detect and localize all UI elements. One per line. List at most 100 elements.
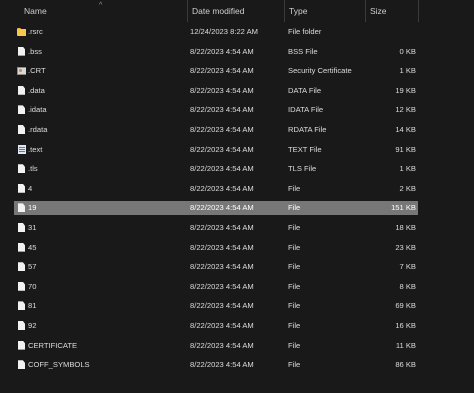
certificate-icon: [16, 64, 26, 78]
file-type: TEXT File: [288, 144, 322, 154]
file-size: 18 KB: [395, 223, 416, 232]
file-size: 11 KB: [395, 340, 416, 350]
file-type: File: [288, 321, 301, 330]
file-icon: [16, 299, 26, 313]
file-row[interactable]: 4 8/22/2023 4:54 AM File 2 KB: [14, 182, 418, 196]
file-type: File: [288, 223, 301, 232]
file-name: .data: [28, 85, 45, 95]
column-header-date-modified[interactable]: Date modified: [188, 0, 284, 22]
file-type: File: [288, 281, 301, 291]
file-icon: [16, 241, 26, 255]
file-date-modified: 12/24/2023 8:22 AM: [190, 27, 258, 36]
file-date-modified: 8/22/2023 4:54 AM: [190, 281, 254, 291]
file-size: 7 KB: [399, 262, 416, 272]
file-size: 1 KB: [399, 66, 416, 76]
file-name: 19: [28, 203, 37, 213]
file-size: 69 KB: [395, 301, 416, 311]
file-type: File: [288, 262, 301, 272]
file-icon: [16, 84, 26, 98]
file-type: DATA File: [288, 85, 322, 95]
file-row[interactable]: .data 8/22/2023 4:54 AM DATA File 19 KB: [14, 84, 418, 98]
file-row[interactable]: 81 8/22/2023 4:54 AM File 69 KB: [14, 299, 418, 313]
file-size: 151 KB: [391, 203, 416, 213]
file-row[interactable]: 45 8/22/2023 4:54 AM File 23 KB: [14, 241, 418, 255]
file-icon: [16, 260, 26, 274]
file-size: 23 KB: [395, 242, 416, 252]
file-size: 1 KB: [399, 164, 416, 174]
file-size: 19 KB: [395, 85, 416, 95]
file-date-modified: 8/22/2023 4:54 AM: [190, 105, 254, 115]
file-row[interactable]: 19 8/22/2023 4:54 AM File 151 KB: [14, 201, 418, 216]
file-type: IDATA File: [288, 105, 324, 115]
file-name: COFF_SYMBOLS: [28, 360, 90, 370]
file-row[interactable]: .text 8/22/2023 4:54 AM TEXT File 91 KB: [14, 143, 418, 157]
file-date-modified: 8/22/2023 4:54 AM: [190, 125, 254, 134]
file-name: .rdata: [28, 125, 48, 134]
file-row[interactable]: .tls 8/22/2023 4:54 AM TLS File 1 KB: [14, 162, 418, 176]
file-icon: [16, 45, 26, 59]
column-header-bar: ^ Name Date modified Type Size: [0, 0, 474, 22]
file-date-modified: 8/22/2023 4:54 AM: [190, 340, 254, 350]
file-name: 81: [28, 301, 37, 311]
file-name: 92: [28, 321, 37, 330]
file-size: 0 KB: [399, 46, 416, 56]
file-row[interactable]: .rsrc 12/24/2023 8:22 AM File folder: [14, 25, 418, 39]
file-date-modified: 8/22/2023 4:54 AM: [190, 203, 254, 213]
file-date-modified: 8/22/2023 4:54 AM: [190, 144, 254, 154]
file-icon: [16, 123, 26, 137]
file-name: 57: [28, 262, 37, 272]
file-date-modified: 8/22/2023 4:54 AM: [190, 85, 254, 95]
file-size: 14 KB: [395, 125, 416, 134]
file-icon: [16, 221, 26, 235]
file-row[interactable]: .CRT 8/22/2023 4:54 AM Security Certificat…: [14, 64, 418, 78]
file-row[interactable]: COFF_SYMBOLS 8/22/2023 4:54 AM File 86 KB: [14, 358, 418, 372]
file-type: File: [288, 183, 301, 193]
file-row[interactable]: 31 8/22/2023 4:54 AM File 18 KB: [14, 221, 418, 235]
file-row[interactable]: 92 8/22/2023 4:54 AM File 16 KB: [14, 319, 418, 333]
file-name: .text: [28, 144, 43, 154]
file-type: File: [288, 242, 301, 252]
file-size: 16 KB: [395, 321, 416, 330]
file-icon: [16, 319, 26, 333]
column-header-size[interactable]: Size: [366, 0, 418, 22]
file-size: 2 KB: [399, 183, 416, 193]
folder-icon: [16, 25, 26, 39]
file-date-modified: 8/22/2023 4:54 AM: [190, 262, 254, 272]
file-date-modified: 8/22/2023 4:54 AM: [190, 360, 254, 370]
file-size: 91 KB: [395, 144, 416, 154]
file-type: TLS File: [288, 164, 317, 174]
file-type: File folder: [288, 27, 322, 36]
file-type: File: [288, 301, 301, 311]
file-icon: [16, 182, 26, 196]
file-type: RDATA File: [288, 125, 327, 134]
file-row[interactable]: CERTIFICATE 8/22/2023 4:54 AM File 11 KB: [14, 339, 418, 353]
file-icon: [16, 103, 26, 117]
file-type: BSS File: [288, 46, 318, 56]
file-name: 70: [28, 281, 37, 291]
file-name: .rsrc: [28, 27, 43, 36]
file-date-modified: 8/22/2023 4:54 AM: [190, 223, 254, 232]
file-name: 4: [28, 183, 33, 193]
file-size: 8 KB: [399, 281, 416, 291]
column-header-name[interactable]: Name: [20, 0, 184, 22]
file-row[interactable]: 70 8/22/2023 4:54 AM File 8 KB: [14, 280, 418, 294]
file-size: 86 KB: [395, 360, 416, 370]
file-size: [370, 25, 416, 39]
file-row[interactable]: 57 8/22/2023 4:54 AM File 7 KB: [14, 260, 418, 274]
file-row[interactable]: .idata 8/22/2023 4:54 AM IDATA File 12 KB: [14, 103, 418, 117]
file-icon: [16, 358, 26, 372]
file-name: .CRT: [28, 66, 46, 76]
file-type: File: [288, 360, 301, 370]
file-icon: [16, 339, 26, 353]
text-file-icon: [16, 143, 26, 157]
file-name: .idata: [28, 105, 47, 115]
column-divider[interactable]: [418, 0, 419, 22]
file-row[interactable]: .rdata 8/22/2023 4:54 AM RDATA File 14 KB: [14, 123, 418, 137]
file-type: File: [288, 340, 301, 350]
file-date-modified: 8/22/2023 4:54 AM: [190, 301, 254, 311]
file-icon: [16, 280, 26, 294]
file-row[interactable]: .bss 8/22/2023 4:54 AM BSS File 0 KB: [14, 45, 418, 59]
file-type: File: [288, 203, 301, 213]
column-header-type[interactable]: Type: [285, 0, 365, 22]
file-icon: [16, 201, 26, 215]
